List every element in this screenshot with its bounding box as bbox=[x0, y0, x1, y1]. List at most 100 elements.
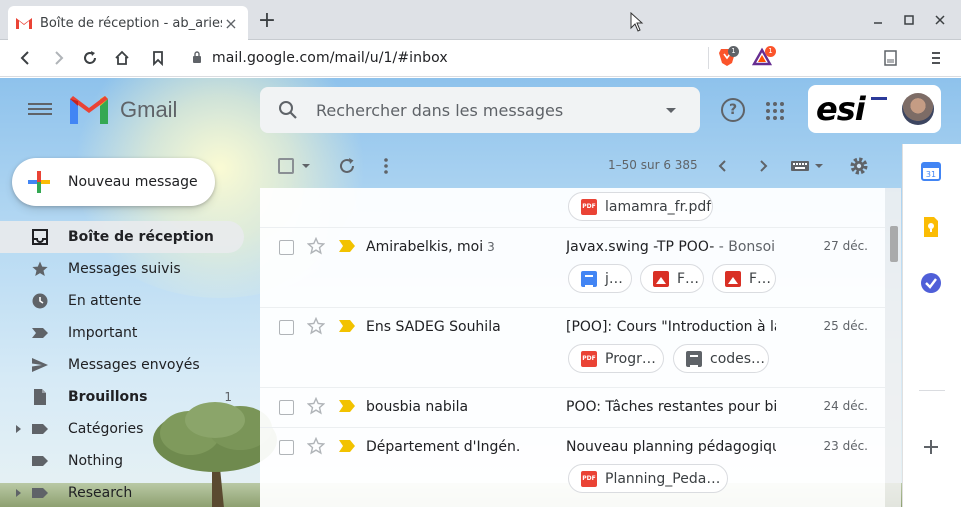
brave-shields-icon[interactable]: 1 bbox=[718, 46, 739, 67]
sidebar-item-starred[interactable]: Messages suivis bbox=[0, 253, 244, 285]
sidebar-item-label: Nothing bbox=[68, 453, 124, 469]
lock-icon bbox=[192, 50, 202, 66]
avatar[interactable] bbox=[902, 93, 934, 125]
account-switcher[interactable]: esi bbox=[808, 85, 941, 133]
attachment-chip[interactable]: j… bbox=[568, 264, 632, 293]
address-bar[interactable]: mail.google.com/mail/u/1/#inbox bbox=[182, 44, 779, 72]
row-checkbox[interactable] bbox=[279, 440, 294, 455]
pdf-icon: PDF bbox=[581, 470, 597, 487]
star-outline-icon[interactable] bbox=[307, 317, 325, 335]
table-row[interactable]: Amirabelkis, moi 3 Javax.swing -TP POO- -… bbox=[260, 228, 885, 308]
sender: Amirabelkis, moi 3 bbox=[366, 239, 495, 255]
table-row[interactable]: PDF lamamra_fr.pdf bbox=[260, 188, 885, 228]
search-options-caret-icon[interactable] bbox=[666, 107, 676, 113]
compose-button[interactable]: Nouveau message bbox=[12, 158, 215, 206]
sidebar-item-research[interactable]: Research bbox=[0, 477, 244, 507]
newer-page-icon[interactable] bbox=[755, 156, 771, 176]
keyboard-icon[interactable] bbox=[790, 159, 810, 173]
expand-arrow-icon[interactable] bbox=[16, 489, 21, 497]
sidebar-item-important[interactable]: Important bbox=[0, 317, 244, 349]
forward-icon[interactable] bbox=[48, 48, 68, 68]
bookmark-icon[interactable] bbox=[148, 48, 168, 68]
label-icon bbox=[32, 488, 48, 498]
maximize-icon[interactable] bbox=[899, 10, 919, 30]
address-bar-divider bbox=[708, 47, 709, 69]
row-checkbox[interactable] bbox=[279, 400, 294, 415]
settings-gear-icon[interactable] bbox=[849, 156, 869, 176]
sidebar-item-nothing[interactable]: Nothing bbox=[0, 445, 244, 477]
important-marker-icon[interactable] bbox=[339, 240, 355, 252]
compose-label: Nouveau message bbox=[68, 174, 198, 190]
star-outline-icon[interactable] bbox=[307, 397, 325, 415]
sidebar-item-drafts[interactable]: Brouillons 1 bbox=[0, 381, 244, 413]
attachment-name: Planning_Peda… bbox=[605, 470, 721, 487]
expand-arrow-icon[interactable] bbox=[16, 425, 21, 433]
sidebar-item-label: Brouillons bbox=[68, 389, 148, 405]
sidebar-item-snoozed[interactable]: En attente bbox=[0, 285, 244, 317]
sidebar-item-categories[interactable]: Catégories bbox=[0, 413, 244, 445]
pdf-icon: PDF bbox=[581, 350, 597, 367]
sidebar-item-label: Important bbox=[68, 325, 138, 341]
document-icon bbox=[581, 270, 597, 287]
search-input[interactable]: Rechercher dans les messages bbox=[316, 101, 666, 120]
keep-icon[interactable] bbox=[920, 216, 942, 238]
reader-mode-icon[interactable] bbox=[880, 48, 900, 68]
new-tab-button[interactable]: + bbox=[256, 10, 278, 32]
add-addon-icon[interactable] bbox=[920, 436, 942, 458]
attachment-chip[interactable]: PDF Planning_Peda… bbox=[568, 464, 728, 493]
more-options-icon[interactable] bbox=[382, 156, 390, 176]
back-icon[interactable] bbox=[16, 48, 36, 68]
important-marker-icon[interactable] bbox=[339, 440, 355, 452]
snippet-text: - Bonsoi… bbox=[718, 239, 776, 255]
older-page-icon[interactable] bbox=[715, 156, 731, 176]
select-caret-icon[interactable] bbox=[302, 164, 310, 168]
tasks-icon[interactable] bbox=[920, 272, 942, 294]
star-outline-icon[interactable] bbox=[307, 437, 325, 455]
calendar-icon[interactable]: 31 bbox=[920, 160, 942, 182]
help-icon[interactable]: ? bbox=[721, 98, 745, 122]
select-all-checkbox[interactable] bbox=[278, 158, 294, 174]
date: 23 déc. bbox=[823, 439, 869, 453]
url-text: mail.google.com/mail/u/1/#inbox bbox=[212, 50, 448, 66]
browser-menu-icon[interactable] bbox=[926, 48, 946, 68]
active-tab[interactable]: Boîte de réception - ab_aries@esi.dz × bbox=[8, 6, 248, 40]
close-window-icon[interactable] bbox=[930, 10, 950, 30]
gmail-logo-icon[interactable] bbox=[70, 96, 108, 124]
table-row[interactable]: Ens SADEG Souhila [POO]: Cours "Introduc… bbox=[260, 308, 885, 388]
reload-icon[interactable] bbox=[80, 48, 100, 68]
home-icon[interactable] bbox=[112, 48, 132, 68]
input-tools-caret-icon[interactable] bbox=[815, 164, 823, 168]
table-row[interactable]: bousbia nabila POO: Tâches restantes pou… bbox=[260, 388, 885, 428]
main-menu-button[interactable] bbox=[28, 100, 52, 120]
tab-close-icon[interactable]: × bbox=[222, 14, 240, 33]
important-marker-icon[interactable] bbox=[339, 320, 355, 332]
brave-rewards-icon[interactable]: 1 bbox=[751, 46, 776, 67]
google-apps-icon[interactable] bbox=[766, 102, 784, 120]
sidebar-item-inbox[interactable]: Boîte de réception bbox=[0, 221, 244, 253]
search-icon[interactable] bbox=[278, 100, 298, 120]
subject-text: [POO]: Cours "Introduction à la … bbox=[566, 319, 776, 335]
star-outline-icon[interactable] bbox=[307, 237, 325, 255]
refresh-icon[interactable] bbox=[337, 156, 357, 176]
scrollbar-thumb[interactable] bbox=[890, 226, 898, 262]
side-panel-divider bbox=[919, 390, 945, 391]
message-list-scrollbar[interactable] bbox=[885, 188, 901, 507]
attachment-chip[interactable]: F… bbox=[640, 264, 704, 293]
attachment-chip[interactable]: F… bbox=[712, 264, 776, 293]
minimize-icon[interactable] bbox=[868, 10, 888, 30]
subject-text: POO: Tâches restantes pour bi… bbox=[566, 399, 776, 415]
sidebar-item-sent[interactable]: Messages envoyés bbox=[0, 349, 244, 381]
subject: Javax.swing -TP POO- - Bonsoi… bbox=[566, 239, 776, 255]
attachment-chip[interactable]: codes… bbox=[673, 344, 769, 373]
attachment-chip[interactable]: PDF lamamra_fr.pdf bbox=[568, 192, 713, 221]
important-marker-icon[interactable] bbox=[339, 400, 355, 412]
attachment-name: F… bbox=[677, 270, 700, 287]
gmail-favicon-icon bbox=[16, 18, 32, 29]
row-checkbox[interactable] bbox=[279, 240, 294, 255]
table-row[interactable]: Département d'Ingén. Nouveau planning pé… bbox=[260, 428, 885, 507]
row-checkbox[interactable] bbox=[279, 320, 294, 335]
sender-name: Ens SADEG Souhila bbox=[366, 319, 501, 335]
attachment-chip[interactable]: PDF Progr… bbox=[568, 344, 664, 373]
search-bar[interactable]: Rechercher dans les messages bbox=[260, 87, 700, 133]
inbox-icon bbox=[32, 229, 48, 245]
